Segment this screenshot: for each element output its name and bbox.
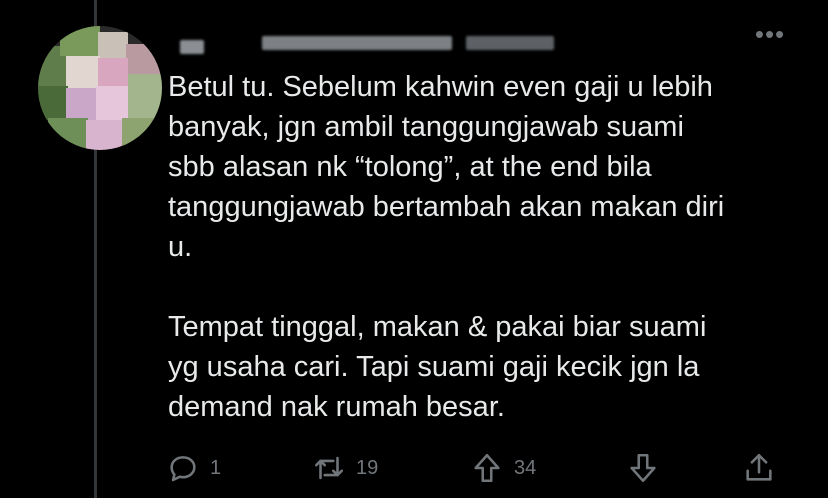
share-button[interactable]	[742, 446, 776, 490]
upvote-count: 34	[514, 456, 537, 479]
retweet-icon	[314, 456, 344, 480]
reply-count: 1	[210, 456, 222, 479]
redacted-timestamp	[466, 36, 554, 50]
retweet-count: 19	[356, 456, 379, 479]
reply-icon	[170, 456, 196, 482]
redacted-name	[180, 40, 204, 54]
reply-button[interactable]: 1	[166, 446, 221, 490]
redacted-handle	[262, 36, 452, 50]
upvote-button[interactable]: 34	[470, 446, 536, 490]
upvote-icon	[474, 453, 500, 483]
share-icon	[746, 453, 772, 481]
downvote-button[interactable]	[626, 446, 660, 490]
tweet-paragraph: Betul tu. Sebelum kahwin even gaji u leb…	[168, 71, 725, 263]
avatar[interactable]	[38, 26, 162, 150]
tweet-paragraph: Tempat tinggal, makan & pakai biar suami…	[168, 311, 707, 423]
more-icon[interactable]: •••	[748, 21, 792, 54]
action-bar: 1 19 34	[160, 446, 800, 490]
tweet-text: Betul tu. Sebelum kahwin even gaji u leb…	[168, 67, 798, 427]
tweet-header	[170, 28, 730, 54]
downvote-icon	[630, 453, 656, 483]
retweet-button[interactable]: 19	[312, 446, 378, 490]
